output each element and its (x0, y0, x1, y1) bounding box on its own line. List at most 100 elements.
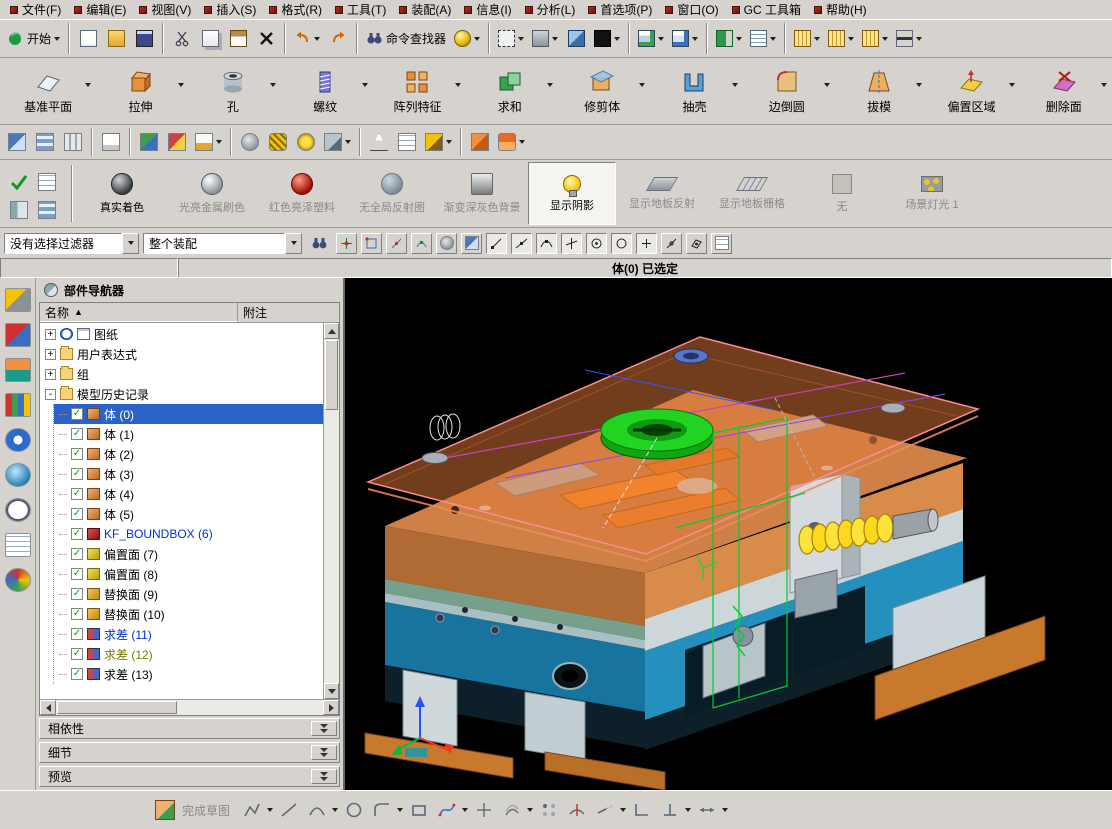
snap-end-point-button[interactable] (486, 232, 507, 254)
sketch-fillet-button[interactable] (369, 798, 394, 823)
expander-icon[interactable]: + (45, 368, 56, 380)
visual-effects-button[interactable] (529, 24, 562, 53)
clipboard-grid-button[interactable] (34, 167, 60, 196)
none-style-button[interactable]: 无 (798, 162, 886, 225)
cut-button[interactable] (169, 24, 196, 53)
ring-tool-button[interactable] (293, 128, 319, 156)
fastener-button[interactable] (321, 128, 354, 156)
menu-preferences[interactable]: 首选项(P) (582, 0, 658, 19)
scrollbar-thumb[interactable] (57, 701, 177, 714)
start-button[interactable]: 开始 (4, 24, 64, 53)
sketch-arc-button[interactable] (304, 798, 329, 823)
sketch-spline-button[interactable] (434, 798, 459, 823)
save-button[interactable] (131, 24, 158, 53)
snap-point-button-2[interactable] (361, 232, 382, 254)
graphics-window[interactable] (345, 278, 1112, 790)
table-tool-button[interactable] (394, 128, 420, 156)
edit-object-display-button[interactable] (6, 195, 32, 224)
snap-point-button-4[interactable] (411, 232, 432, 254)
spring-tool-button[interactable] (265, 128, 291, 156)
unite-button[interactable]: 求和 (464, 59, 556, 123)
info-icon[interactable] (4, 428, 31, 452)
true-shading-button[interactable]: 真实着色 (78, 162, 166, 225)
tree-row-replace-face-10[interactable]: ✓ 替换面 (10) (54, 604, 323, 624)
extrude-button[interactable]: 拉伸 (94, 59, 186, 123)
menu-gc-toolbox[interactable]: GC 工具箱 (726, 0, 807, 19)
visibility-checkbox[interactable]: ✓ (71, 588, 83, 600)
tree-row-subtract-12[interactable]: ✓ 求差 (12) (54, 644, 323, 664)
menu-file[interactable]: 文件(F) (4, 0, 67, 19)
show-hide-button[interactable] (34, 195, 60, 224)
measure-angle-button[interactable] (825, 24, 858, 53)
menu-edit[interactable]: 编辑(E) (68, 0, 132, 19)
pattern-feature-button[interactable]: 阵列特征 (371, 59, 463, 123)
finish-sketch-button[interactable] (152, 798, 177, 823)
selection-filter-dropdown[interactable]: 没有选择过滤器 (4, 232, 139, 254)
scroll-right-button[interactable] (323, 700, 339, 715)
snap-view-button[interactable] (747, 24, 780, 53)
shaded-selection-button[interactable] (436, 232, 457, 254)
snap-point-on-curve-button[interactable] (661, 232, 682, 254)
sketch-pattern-button[interactable] (536, 798, 561, 823)
menu-insert[interactable]: 插入(S) (198, 0, 262, 19)
datum-plane-button[interactable]: 基准平面 (2, 59, 94, 123)
tree-row-drawing[interactable]: + 图纸 (40, 324, 323, 344)
section-dependencies[interactable]: 相依性 (39, 718, 340, 739)
section-details[interactable]: 细节 (39, 742, 340, 763)
vertical-scrollbar[interactable] (323, 323, 339, 699)
visibility-checkbox[interactable]: ✓ (71, 528, 83, 540)
metal-brushed-button[interactable]: 光亮金属刷色 (168, 162, 256, 225)
tree-row-replace-face-9[interactable]: ✓ 替换面 (9) (54, 584, 323, 604)
find-component-button[interactable] (4, 128, 30, 156)
touch-mode-button[interactable] (451, 24, 484, 53)
snap-control-point-button[interactable] (536, 232, 557, 254)
view-sheet-button[interactable] (60, 128, 86, 156)
open-button[interactable] (103, 24, 130, 53)
report-button[interactable] (98, 128, 124, 156)
layer-settings-button[interactable] (32, 128, 58, 156)
visibility-checkbox[interactable]: ✓ (71, 408, 83, 420)
snap-mid-point-button[interactable] (511, 232, 532, 254)
visibility-checkbox[interactable]: ✓ (71, 628, 83, 640)
tree-row-body-0[interactable]: ✓ 体 (0) (54, 404, 323, 424)
copy-button[interactable] (197, 24, 224, 53)
sketch-extend-button[interactable] (592, 798, 617, 823)
tree-row-body-4[interactable]: ✓ 体 (4) (54, 484, 323, 504)
hole-button[interactable]: 孔 (187, 59, 279, 123)
scene-lights-button[interactable]: 场景灯光 1 (888, 162, 976, 225)
expander-icon[interactable]: + (45, 328, 56, 340)
tree-row-body-2[interactable]: ✓ 体 (2) (54, 444, 323, 464)
highlight-button[interactable] (461, 232, 482, 254)
electrode-tool-button[interactable] (495, 128, 528, 156)
check-display-button[interactable] (6, 167, 32, 196)
scrollbar-thumb[interactable] (325, 340, 338, 410)
dimension-span-button[interactable] (893, 24, 926, 53)
menu-analysis[interactable]: 分析(L) (519, 0, 582, 19)
visibility-checkbox[interactable]: ✓ (71, 608, 83, 620)
rendering-style-button[interactable] (563, 24, 590, 53)
expand-section-button[interactable] (311, 769, 337, 784)
floor-reflection-button[interactable]: 显示地板反射 (618, 162, 706, 225)
analysis-sphere-button[interactable] (237, 128, 263, 156)
move-component-button[interactable] (164, 128, 190, 156)
scroll-up-button[interactable] (324, 323, 339, 339)
window-layout-button[interactable] (635, 24, 668, 53)
visibility-checkbox[interactable]: ✓ (71, 488, 83, 500)
sketch-circle-button[interactable] (341, 798, 366, 823)
part-navigator-icon[interactable] (4, 358, 31, 382)
show-shadow-button[interactable]: 显示阴影 (528, 162, 616, 225)
history-icon[interactable] (4, 498, 31, 522)
scroll-left-button[interactable] (40, 700, 56, 715)
triangle-tool-button[interactable] (366, 128, 392, 156)
tree-row-subtract-13[interactable]: ✓ 求差 (13) (54, 664, 323, 684)
visibility-checkbox[interactable]: ✓ (71, 508, 83, 520)
offset-region-button[interactable]: 偏置区域 (925, 59, 1017, 123)
expand-section-button[interactable] (311, 721, 337, 736)
sketch-offset-button[interactable] (499, 798, 524, 823)
tree-row-kf-boundbox[interactable]: ✓ KF_BOUNDBOX (6) (54, 524, 323, 544)
shell-button[interactable]: 抽壳 (648, 59, 740, 123)
delete-button[interactable] (253, 24, 280, 53)
trim-body-button[interactable]: 修剪体 (556, 59, 648, 123)
red-glossy-plastic-button[interactable]: 红色亮泽塑料 (258, 162, 346, 225)
snap-quadrant-button[interactable] (611, 232, 632, 254)
